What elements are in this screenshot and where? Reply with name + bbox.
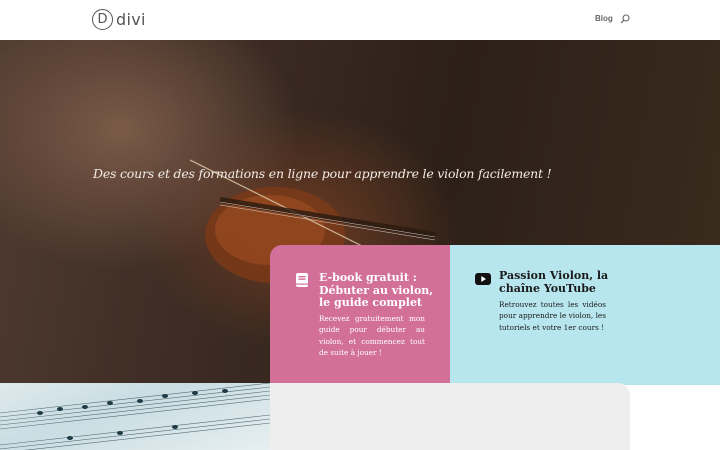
bottom-section <box>270 383 630 450</box>
hero-tagline: Des cours et des formations en ligne pou… <box>93 166 552 181</box>
sheet-music-drawing <box>0 383 270 450</box>
youtube-icon <box>475 273 491 285</box>
nav-link-blog[interactable]: Blog <box>595 14 613 23</box>
sheet-music-image <box>0 383 270 450</box>
youtube-card[interactable]: Passion Violon, la chaîne YouTube Retrou… <box>450 245 720 385</box>
youtube-card-title[interactable]: Passion Violon, la chaîne YouTube <box>499 269 619 295</box>
divi-logo[interactable]: D divi <box>92 9 146 30</box>
ebook-card[interactable]: E-book gratuit : Débuter au violon, le g… <box>270 245 450 385</box>
logo-text: divi <box>116 10 146 29</box>
search-icon[interactable] <box>620 14 630 24</box>
ebook-card-text: Recevez gratuitement mon guide pour débu… <box>319 314 425 357</box>
ebook-card-title[interactable]: E-book gratuit : Débuter au violon, le g… <box>319 271 434 310</box>
logo-mark: D <box>92 9 113 30</box>
youtube-card-text: Retrouvez toutes les vidéos pour apprend… <box>499 300 606 332</box>
book-icon <box>296 273 308 287</box>
site-header: D divi Blog <box>0 0 720 40</box>
